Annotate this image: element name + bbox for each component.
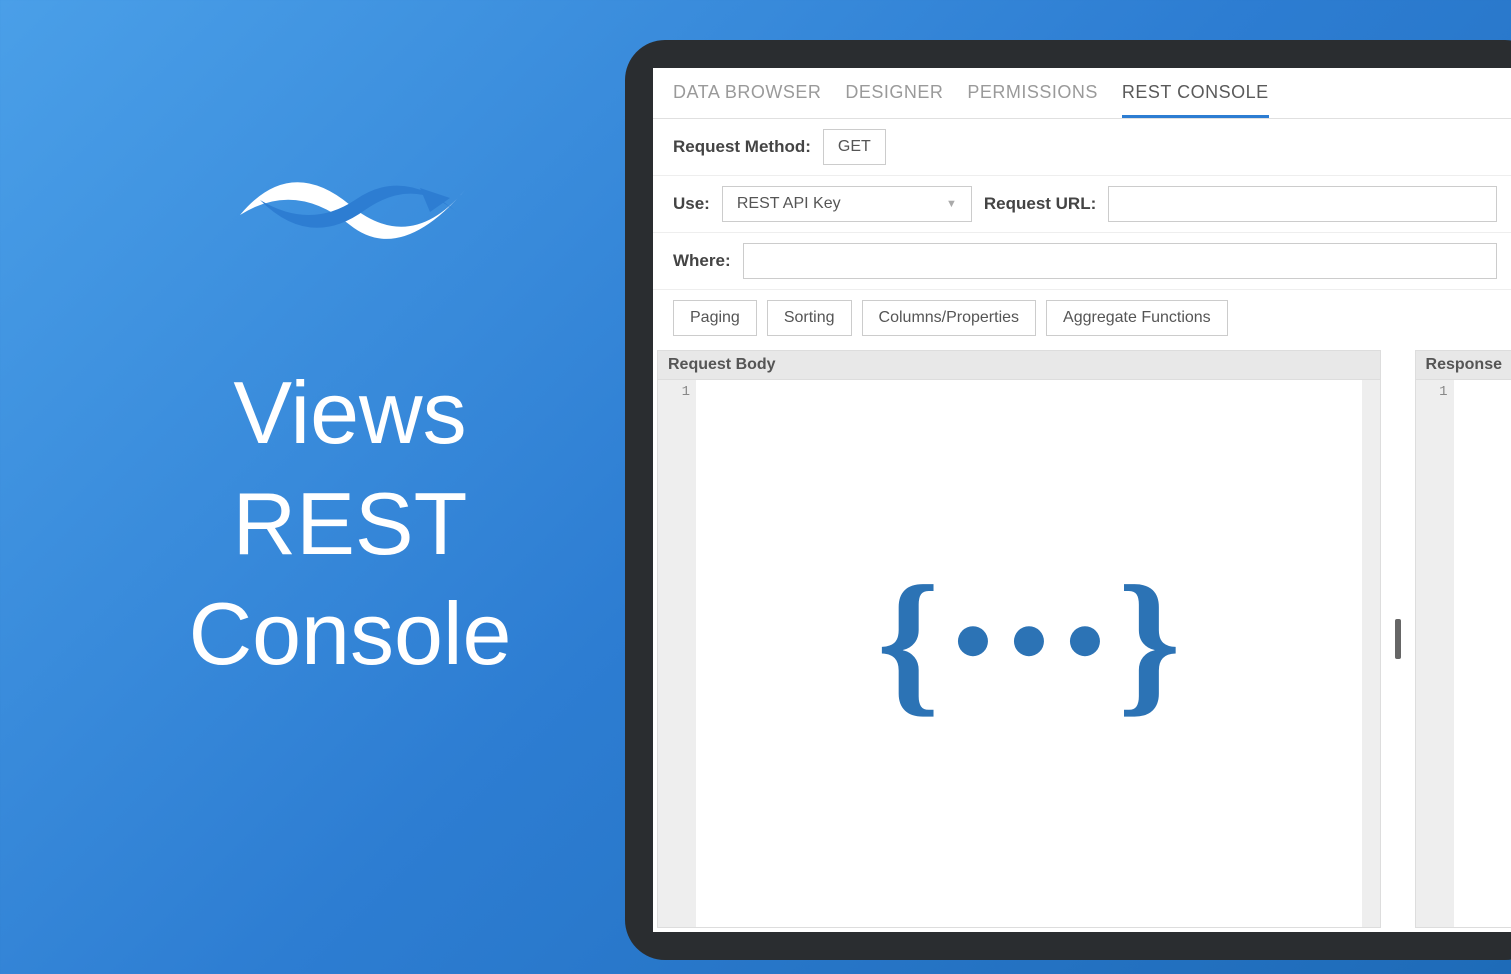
request-body-gutter: 1 (658, 380, 696, 927)
options-row: Paging Sorting Columns/Properties Aggreg… (653, 290, 1511, 350)
request-body-right-gutter (1362, 380, 1380, 927)
request-method-select[interactable]: GET (823, 129, 886, 165)
paging-button[interactable]: Paging (673, 300, 757, 336)
where-row: Where: (653, 233, 1511, 290)
request-url-input[interactable] (1108, 186, 1497, 222)
aggregate-functions-button[interactable]: Aggregate Functions (1046, 300, 1228, 336)
title-line-1: Views (233, 360, 466, 466)
chevron-down-icon: ▼ (946, 198, 957, 210)
braces-ellipsis-icon: { } (877, 561, 1181, 721)
title-line-3: Console (189, 581, 512, 687)
device-frame: DATA BROWSER DESIGNER PERMISSIONS REST C… (625, 40, 1511, 960)
request-body-header: Request Body (658, 351, 1380, 380)
tab-designer[interactable]: DESIGNER (845, 82, 943, 118)
line-number: 1 (658, 384, 690, 400)
request-method-row: Request Method: GET (653, 119, 1511, 176)
line-number: 1 (1416, 384, 1448, 400)
response-gutter: 1 (1416, 380, 1454, 927)
use-label: Use: (673, 194, 710, 214)
columns-properties-button[interactable]: Columns/Properties (862, 300, 1037, 336)
use-dropdown-value: REST API Key (737, 195, 841, 213)
response-header: Response (1416, 351, 1511, 380)
sorting-button[interactable]: Sorting (767, 300, 852, 336)
where-label: Where: (673, 251, 731, 271)
request-body-editor[interactable]: { } (696, 380, 1362, 927)
where-input[interactable] (743, 243, 1497, 279)
tab-bar: DATA BROWSER DESIGNER PERMISSIONS REST C… (653, 68, 1511, 119)
tab-permissions[interactable]: PERMISSIONS (967, 82, 1098, 118)
brand-area: Views REST Console (150, 120, 550, 687)
use-url-row: Use: REST API Key ▼ Request URL: (653, 176, 1511, 233)
tab-data-browser[interactable]: DATA BROWSER (673, 82, 821, 118)
request-url-label: Request URL: (984, 194, 1096, 214)
splitter[interactable] (1395, 350, 1401, 928)
tab-rest-console[interactable]: REST CONSOLE (1122, 82, 1269, 118)
request-method-label: Request Method: (673, 137, 811, 157)
app-screen: DATA BROWSER DESIGNER PERMISSIONS REST C… (653, 68, 1511, 932)
use-dropdown[interactable]: REST API Key ▼ (722, 186, 972, 222)
response-pane: Response 1 (1415, 350, 1511, 928)
request-body-pane: Request Body 1 { } (657, 350, 1381, 928)
editor-row: Request Body 1 { } (653, 350, 1511, 932)
title-line-2: REST (233, 471, 468, 577)
logo-icon (150, 120, 550, 280)
response-editor[interactable] (1454, 380, 1511, 927)
